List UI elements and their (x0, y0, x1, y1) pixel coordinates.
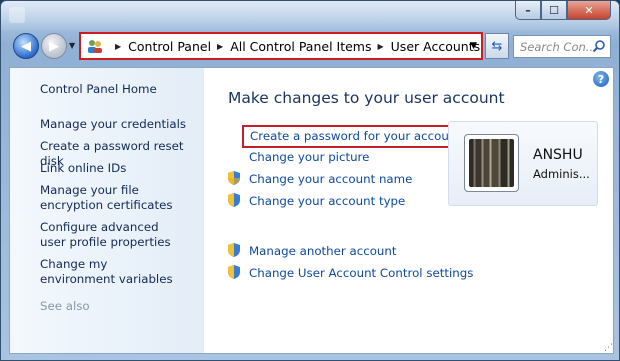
page-title: Make changes to your user account (228, 89, 505, 107)
search-icon[interactable] (592, 39, 606, 56)
sidebar-item-env-variables[interactable]: Change my environment variables (40, 257, 180, 287)
window-frame: – ☐ ✕ ◀ ▶ ▼ ▶ Control Panel ▶ All Contro… (0, 0, 620, 361)
resize-grip[interactable]: ⋰ (604, 343, 613, 353)
breadcrumb-all-items[interactable]: All Control Panel Items (230, 39, 371, 54)
avatar[interactable] (464, 134, 519, 192)
history-dropdown[interactable]: ▼ (69, 41, 75, 50)
manage-another-account-link[interactable]: Manage another account (249, 244, 397, 258)
back-arrow-icon: ◀ (21, 38, 31, 54)
breadcrumb-user-accounts[interactable]: User Accounts (391, 39, 480, 54)
shield-icon (228, 243, 240, 257)
close-button[interactable]: ✕ (567, 1, 611, 20)
breadcrumb-separator[interactable]: ▶ (115, 42, 121, 51)
shield-icon (228, 193, 240, 207)
uac-settings-link[interactable]: Change User Account Control settings (249, 266, 473, 280)
forward-button[interactable]: ▶ (41, 33, 67, 59)
refresh-icon: ⇆ (491, 38, 503, 54)
sidebar-item-encryption[interactable]: Manage your file encryption certificates (40, 183, 190, 213)
refresh-button[interactable]: ⇆ (485, 33, 509, 59)
address-dropdown-icon[interactable]: ▼ (470, 41, 477, 51)
change-picture-link[interactable]: Change your picture (249, 150, 369, 164)
sidebar-item-credentials[interactable]: Manage your credentials (40, 117, 200, 132)
forward-arrow-icon: ▶ (49, 38, 59, 54)
back-button[interactable]: ◀ (13, 33, 39, 59)
user-name: ANSHU (533, 147, 583, 163)
shield-icon (228, 171, 240, 185)
see-also-label: See also (40, 299, 90, 313)
window-icon (9, 7, 25, 23)
content-pane: Control Panel Home Manage your credentia… (9, 67, 614, 354)
caption-buttons: – ☐ ✕ (515, 1, 611, 21)
main-panel: ? Make changes to your user account Crea… (204, 68, 613, 353)
change-account-name-link[interactable]: Change your account name (249, 172, 412, 186)
change-account-type-link[interactable]: Change your account type (249, 194, 405, 208)
avatar-picture (469, 139, 514, 187)
sidebar-item-home[interactable]: Control Panel Home (40, 82, 200, 97)
user-tile: ANSHU Adminis... (448, 121, 598, 206)
address-bar[interactable]: ▶ Control Panel ▶ All Control Panel Item… (79, 32, 483, 60)
create-password-link[interactable]: Create a password for your account (242, 125, 469, 148)
sidebar: Control Panel Home Manage your credentia… (10, 68, 204, 353)
breadcrumb-separator[interactable]: ▶ (217, 42, 223, 51)
shield-icon (228, 265, 240, 279)
breadcrumb-control-panel[interactable]: Control Panel (128, 39, 211, 54)
search-placeholder: Search Con... (520, 39, 597, 54)
sidebar-item-profile-properties[interactable]: Configure advanced user profile properti… (40, 220, 180, 250)
help-icon[interactable]: ? (593, 71, 609, 87)
minimize-button[interactable]: – (515, 1, 541, 20)
sidebar-item-online-ids[interactable]: Link online IDs (40, 161, 200, 176)
user-role: Adminis... (533, 167, 590, 181)
breadcrumb-separator[interactable]: ▶ (378, 42, 384, 51)
search-input[interactable]: Search Con... (513, 35, 611, 58)
users-icon (87, 38, 103, 54)
maximize-button[interactable]: ☐ (541, 1, 567, 20)
